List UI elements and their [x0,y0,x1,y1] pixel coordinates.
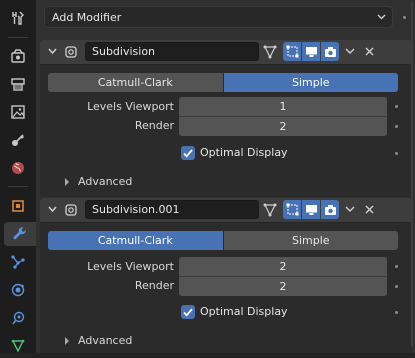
collapse-chevron-icon[interactable] [48,48,57,55]
edit-mode-toggle[interactable] [283,200,301,219]
subdivision-type-selector: Catmull-Clark Simple [48,231,398,250]
edit-mode-icon [286,45,298,58]
scrollbar[interactable] [410,2,414,347]
output-icon [11,78,25,91]
tool-icon [12,11,24,25]
close-icon [365,47,373,56]
chevron-down-icon [345,48,355,54]
on-cage-toggle[interactable] [261,200,279,219]
modifier-menu-button[interactable] [341,42,359,61]
physics-icon [11,283,25,297]
view-layer-tab[interactable] [5,100,31,124]
modifier-header: Subdivision [40,40,412,64]
render-tab[interactable] [5,44,31,68]
constraints-tab[interactable] [5,306,31,330]
output-tab[interactable] [5,72,31,96]
modifiers-tab[interactable] [4,222,36,246]
optimal-display-checkbox[interactable] [181,146,195,160]
viewport-toggle[interactable] [302,200,320,219]
keyframe-dot[interactable] [395,125,398,128]
data-tab[interactable] [5,334,31,358]
vertex-triangle-icon [263,203,277,216]
render-levels-field[interactable]: 2 [179,116,387,136]
close-icon [365,205,373,214]
catmull-clark-option[interactable]: Catmull-Clark [48,73,223,92]
optimal-display-label: Optimal Display [200,305,288,318]
add-modifier-dropdown[interactable]: Add Modifier [44,6,393,28]
drag-handle[interactable] [403,16,406,19]
subdivision-modifier-icon [65,46,77,58]
modifier-body: Catmull-Clark Simple Levels Viewport 1 R… [40,64,412,197]
advanced-subpanel-label[interactable]: Advanced [78,175,132,189]
modifier-menu-button[interactable] [341,200,359,219]
advanced-subpanel-label[interactable]: Advanced [78,334,132,348]
constraints-icon [12,311,25,325]
render-levels-label: Render [134,279,174,292]
view-layer-icon [11,105,25,119]
particles-tab[interactable] [5,250,31,274]
vertex-triangle-icon [263,45,277,58]
object-icon [12,200,24,212]
collapse-chevron-icon[interactable] [48,206,57,213]
keyframe-dot[interactable] [395,265,398,268]
remove-modifier-button[interactable] [360,42,378,61]
particles-icon [11,255,25,269]
render-toggle[interactable] [321,200,339,219]
render-levels-label: Render [134,119,174,132]
object-tab[interactable] [5,194,31,218]
subdivision-modifier-icon [65,204,77,216]
simple-option[interactable]: Simple [222,73,398,92]
modifier-properties: Add Modifier Subdivision Catmull-Clark S… [36,0,415,353]
monitor-icon [305,204,317,215]
modifier-panel: Subdivision Catmull-Clark Simple Levels … [40,40,412,197]
world-icon [12,162,24,174]
simple-option[interactable]: Simple [222,231,398,250]
edit-mode-icon [286,203,298,216]
properties-tab-bar [0,0,36,353]
mesh-data-icon [11,339,25,353]
camera-icon [324,204,336,215]
chevron-down-icon [345,206,355,212]
expand-chevron-icon[interactable] [64,178,70,186]
wrench-icon [13,227,26,240]
keyframe-dot[interactable] [395,285,398,288]
checkmark-icon [183,307,193,317]
keyframe-dot[interactable] [395,311,398,314]
levels-viewport-field[interactable]: 1 [179,97,387,116]
render-icon [11,49,25,63]
levels-viewport-field[interactable]: 2 [179,257,387,276]
tool-tab[interactable] [5,6,31,30]
remove-modifier-button[interactable] [360,200,378,219]
on-cage-toggle[interactable] [261,42,279,61]
checkmark-icon [183,148,193,158]
add-modifier-label: Add Modifier [52,10,122,24]
modifier-name-field[interactable]: Subdivision [85,42,259,61]
scene-icon [12,134,24,146]
keyframe-dot[interactable] [395,105,398,108]
optimal-display-label: Optimal Display [200,146,288,159]
levels-viewport-label: Levels Viewport [87,100,174,113]
keyframe-dot[interactable] [395,152,398,155]
camera-icon [324,46,336,57]
chevron-down-icon [377,14,386,20]
subdivision-type-selector: Catmull-Clark Simple [48,73,398,92]
modifier-header: Subdivision.001 [40,198,412,222]
edit-mode-toggle[interactable] [283,42,301,61]
scene-tab[interactable] [5,128,31,152]
optimal-display-checkbox[interactable] [181,305,195,319]
levels-viewport-label: Levels Viewport [87,260,174,273]
render-toggle[interactable] [321,42,339,61]
viewport-toggle[interactable] [302,42,320,61]
modifier-body: Catmull-Clark Simple Levels Viewport 2 R… [40,222,412,353]
modifier-name-field[interactable]: Subdivision.001 [85,200,259,219]
render-levels-field[interactable]: 2 [179,276,387,296]
expand-chevron-icon[interactable] [64,337,70,345]
catmull-clark-option[interactable]: Catmull-Clark [48,231,223,250]
world-tab[interactable] [5,156,31,180]
monitor-icon [305,46,317,57]
physics-tab[interactable] [5,278,31,302]
modifier-panel: Subdivision.001 Catmull-Clark Simple Lev… [40,198,412,353]
